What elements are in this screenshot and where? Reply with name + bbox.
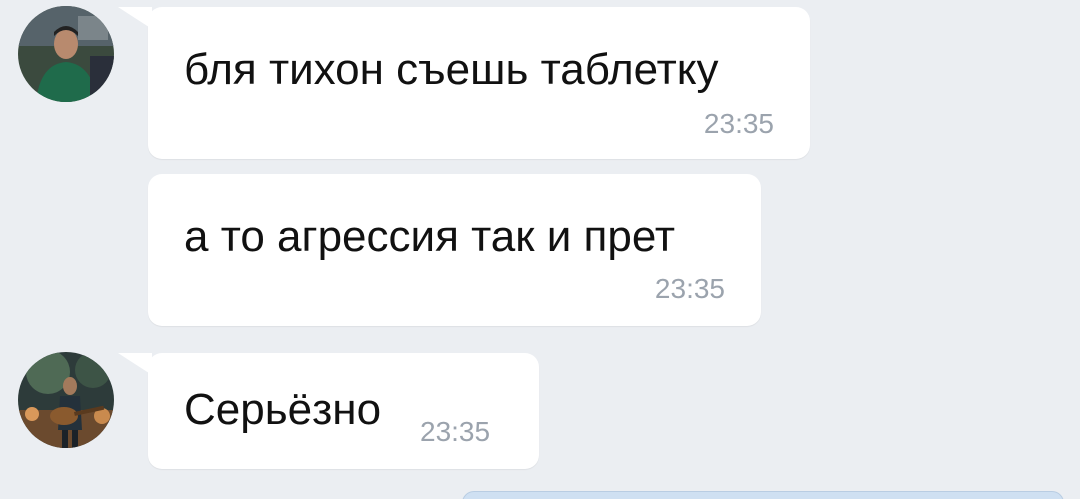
guitar-player-photo-avatar-icon — [18, 352, 114, 448]
message-text: бля тихон съешь таблетку — [184, 45, 719, 94]
message-bubble[interactable]: Серьёзно 23:35 — [118, 353, 539, 469]
message-text: а то агрессия так и прет — [184, 212, 676, 261]
message-text: Серьёзно — [184, 385, 382, 434]
contact-avatar[interactable] — [18, 6, 114, 102]
message-bubble[interactable]: а то агрессия так и прет 23:35 — [148, 174, 761, 326]
bubble-tail — [118, 7, 152, 29]
user-photo-avatar-icon — [18, 6, 114, 102]
message-time: 23:35 — [420, 416, 491, 447]
bubble-tail — [118, 353, 152, 375]
contact-avatar[interactable] — [18, 352, 114, 448]
message-bubble[interactable]: бля тихон съешь таблетку 23:35 — [118, 7, 810, 159]
message-time: 23:35 — [654, 273, 725, 304]
outgoing-message-bubble[interactable] — [462, 491, 1064, 499]
message-time: 23:35 — [703, 108, 774, 139]
chat-message-list[interactable]: бля тихон съешь таблетку 23:35 а то агре… — [0, 0, 1080, 499]
